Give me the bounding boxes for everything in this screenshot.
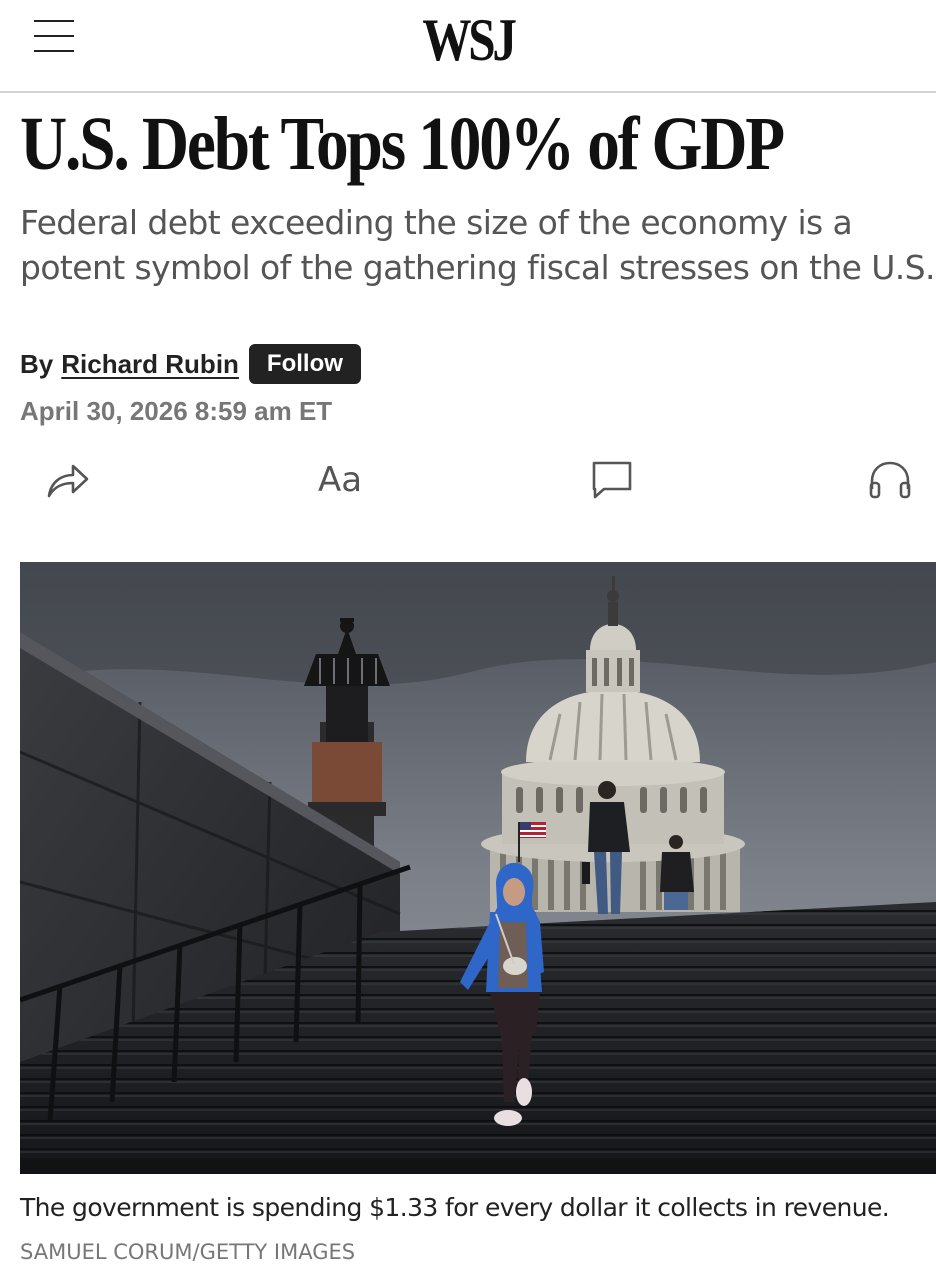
- comment-icon: [592, 461, 632, 499]
- share-button[interactable]: [44, 458, 92, 502]
- text-size-button[interactable]: Aa: [314, 458, 366, 502]
- wsj-logo[interactable]: WSJ: [84, 8, 852, 72]
- publish-date: April 30, 2026 8:59 am ET: [20, 396, 333, 426]
- photo-credit: SAMUEL CORUM/GETTY IMAGES: [20, 1240, 356, 1264]
- hamburger-menu-icon[interactable]: [32, 18, 76, 54]
- capitol-steps-photo: [20, 562, 936, 1174]
- menu-line: [34, 50, 74, 52]
- top-bar: WSJ: [0, 0, 936, 93]
- menu-line: [34, 35, 74, 37]
- listen-button[interactable]: [866, 458, 914, 502]
- byline: By Richard Rubin Follow: [20, 344, 361, 384]
- follow-button[interactable]: Follow: [248, 344, 361, 384]
- byline-prefix: By: [20, 348, 54, 379]
- headphones-icon: [869, 461, 911, 499]
- menu-line: [34, 20, 74, 22]
- author-link[interactable]: Richard Rubin: [61, 349, 239, 380]
- photo-caption: The government is spending $1.33 for eve…: [20, 1193, 890, 1222]
- share-icon: [47, 464, 89, 498]
- headline: U.S. Debt Tops 100% of GDP: [20, 102, 785, 186]
- comments-button[interactable]: [588, 458, 636, 502]
- dek: Federal debt exceeding the size of the e…: [20, 203, 936, 287]
- hero-photo: [20, 562, 936, 1174]
